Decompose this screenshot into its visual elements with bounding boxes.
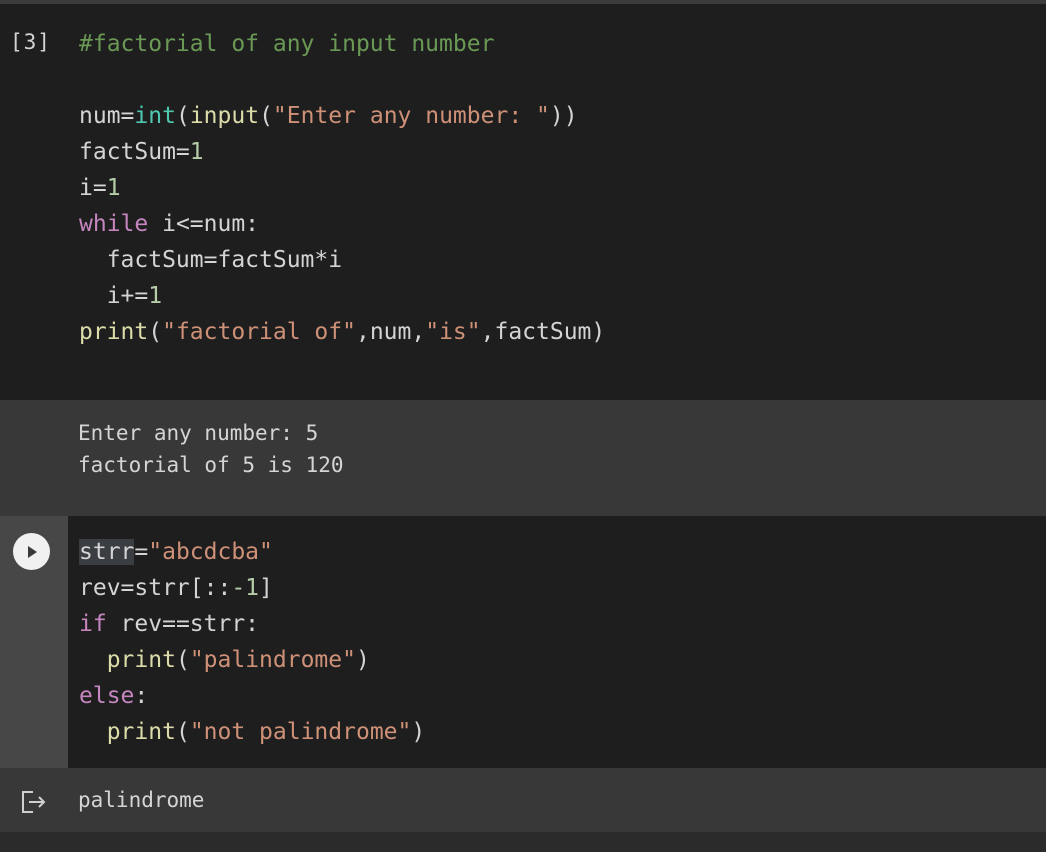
output-text-factorial: Enter any number: 5 factorial of 5 is 12…	[78, 421, 344, 477]
code-editor-factorial[interactable]: #factorial of any input number num=int(i…	[79, 26, 605, 350]
code-editor-palindrome[interactable]: strr="abcdcba" rev=strr[::-1] if rev==st…	[79, 534, 425, 750]
notebook-bottom	[0, 832, 1046, 852]
cell-output-factorial: Enter any number: 5 factorial of 5 is 12…	[0, 400, 1046, 516]
output-arrow-icon[interactable]	[20, 789, 48, 819]
cell-output-palindrome: palindrome	[0, 768, 1046, 832]
code-cell-palindrome[interactable]: strr="abcdcba" rev=strr[::-1] if rev==st…	[68, 516, 1046, 768]
comment-line: #factorial of any input number	[79, 31, 495, 57]
code-cell-factorial[interactable]: [3] #factorial of any input number num=i…	[0, 4, 1046, 400]
play-icon	[27, 545, 37, 558]
output-text-palindrome: palindrome	[78, 788, 205, 812]
run-cell-button[interactable]	[13, 533, 50, 570]
execution-count: [3]	[10, 30, 51, 54]
